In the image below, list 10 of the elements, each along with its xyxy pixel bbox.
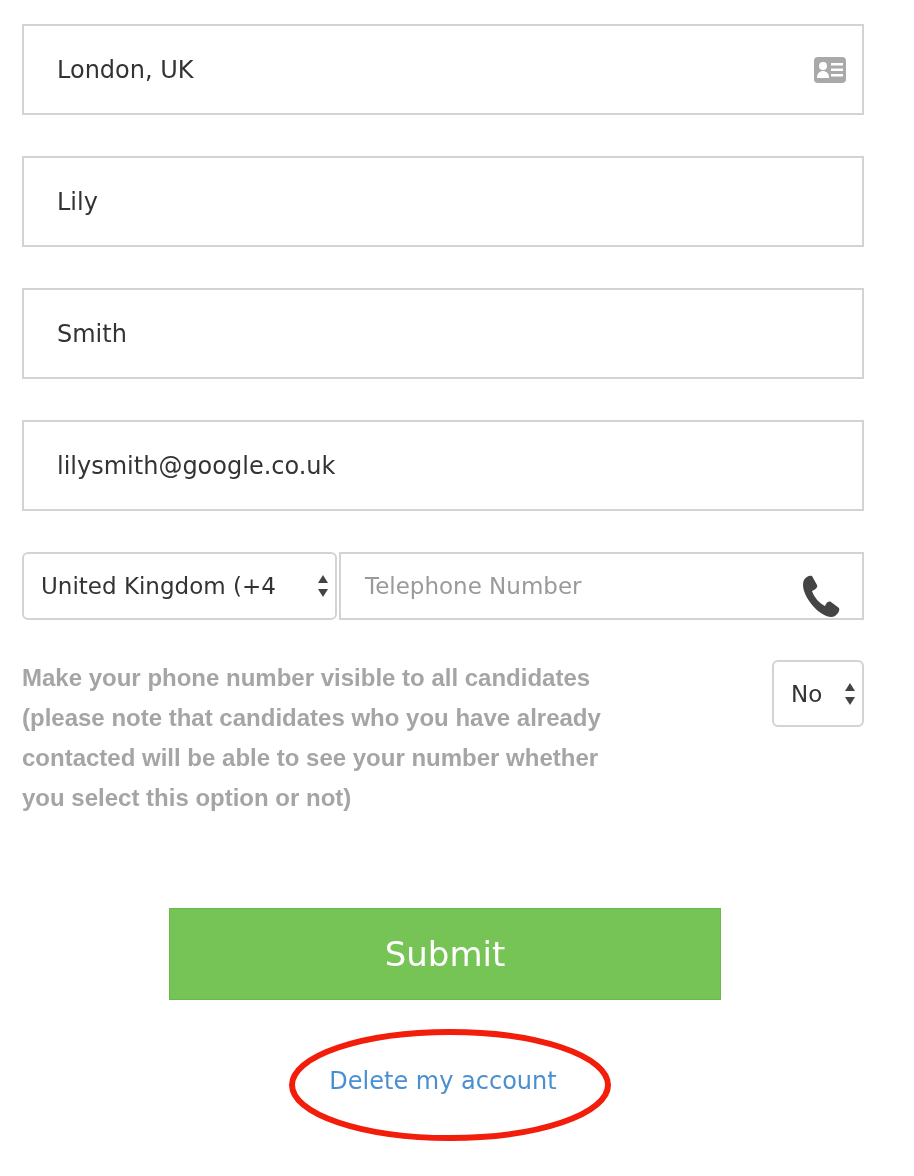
country-code-select[interactable]: United Kingdom (+4 [22,552,337,620]
text-field[interactable]: lilysmith@google.co.uk [22,420,864,511]
visibility-select[interactable]: No [772,660,864,727]
contact-card-icon [814,56,846,83]
stepper-arrows-icon [317,573,329,599]
text-field[interactable]: London, UK [22,24,864,115]
visibility-label: Make your phone number visible to all candidates (please note that candidates who you have already contacted will be able to see your number whether you select this option or not) [22,663,602,813]
text-field[interactable]: Smith [22,288,864,379]
text-field[interactable]: Lily [22,156,864,247]
phone-icon [800,574,842,618]
